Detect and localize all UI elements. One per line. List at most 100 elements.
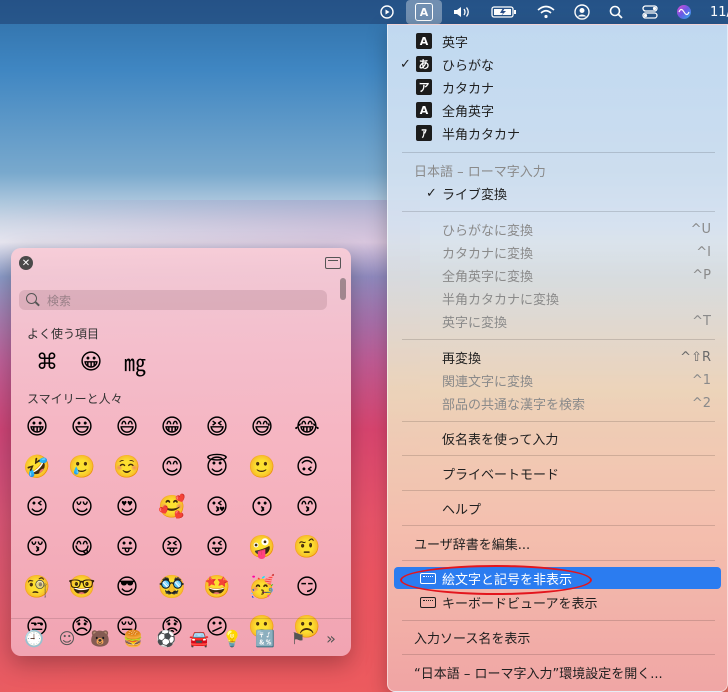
menu-item-label: 半角カタカナに変換 <box>442 292 560 308</box>
travel-icon[interactable]: 🚘 <box>188 627 210 649</box>
menu-item-hankaku-katakana[interactable]: ｱ 半角カタカナ <box>394 122 721 144</box>
menu-item-hiragana[interactable]: ✓ あ ひらがな <box>394 53 721 75</box>
menu-bar-clock[interactable]: 11/ <box>710 0 728 24</box>
emoji-cell[interactable]: 😙 <box>287 490 327 524</box>
emoji-cell[interactable]: 😄 <box>107 410 147 444</box>
emoji-cell[interactable]: 😁 <box>152 410 192 444</box>
menu-item-keyboard-viewer[interactable]: キーボードビューアを表示 <box>394 591 721 613</box>
emoji-cell[interactable]: 🤩 <box>197 570 237 604</box>
activity-icon[interactable]: ⚽ <box>155 627 177 649</box>
menu-item-label: 半角カタカナ <box>442 127 521 143</box>
menu-item-zenkaku-eiji[interactable]: A 全角英字 <box>394 99 721 121</box>
symbols-icon[interactable]: 🔣 <box>254 627 276 649</box>
emoji-search-input[interactable] <box>45 290 319 312</box>
emoji-cell[interactable]: 😜 <box>197 530 237 564</box>
menu-item-related-chars[interactable]: 関連文字に変換 ^1 <box>394 369 721 391</box>
menu-item-label: ひらがな <box>442 58 495 74</box>
emoji-cell[interactable]: 😗 <box>242 490 282 524</box>
emoji-cell[interactable]: 😏 <box>287 570 327 604</box>
emoji-cell[interactable]: 😛 <box>107 530 147 564</box>
battery-icon[interactable] <box>489 0 519 24</box>
section-header-label: 日本語 – ローマ字入力 <box>414 164 546 180</box>
menu-item-label: ユーザ辞書を編集... <box>414 537 531 553</box>
menu-item-katakana[interactable]: ア カタカナ <box>394 76 721 98</box>
character-viewer-toggle-icon[interactable] <box>325 257 341 269</box>
menu-item-label: ヘルプ <box>442 502 482 518</box>
emoji-cell[interactable]: 😆 <box>197 410 237 444</box>
wifi-icon[interactable] <box>535 0 557 24</box>
emoji-cell[interactable]: 😘 <box>197 490 237 524</box>
menu-separator <box>402 654 715 655</box>
emoji-cell[interactable]: 😊 <box>152 450 192 484</box>
scrollbar-thumb[interactable] <box>340 278 346 300</box>
emoji-cell[interactable]: 🤣 <box>17 450 57 484</box>
menu-item-private-mode[interactable]: プライベートモード <box>394 462 721 484</box>
food-icon[interactable]: 🍔 <box>122 627 144 649</box>
menu-item-search-kanji[interactable]: 部品の共通な漢字を検索 ^2 <box>394 392 721 414</box>
menu-separator <box>402 152 715 153</box>
close-icon[interactable]: ✕ <box>19 256 33 270</box>
volume-icon[interactable] <box>450 0 474 24</box>
objects-icon[interactable]: 💡 <box>221 627 243 649</box>
menu-item-convert-hiragana[interactable]: ひらがなに変換 ^U <box>394 218 721 240</box>
emoji-cell[interactable]: 😝 <box>152 530 192 564</box>
emoji-cell[interactable]: 🧐 <box>17 570 57 604</box>
emoji-cell[interactable]: 😅 <box>242 410 282 444</box>
menu-item-show-source-name[interactable]: 入力ソース名を表示 <box>394 626 721 648</box>
emoji-cell[interactable]: 😃 <box>62 410 102 444</box>
menu-item-convert-katakana[interactable]: カタカナに変換 ^I <box>394 241 721 263</box>
menu-item-help[interactable]: ヘルプ <box>394 497 721 519</box>
emoji-cell[interactable]: 😉 <box>17 490 57 524</box>
emoji-cell[interactable]: 😌 <box>62 490 102 524</box>
emoji-cell[interactable]: 😂 <box>287 410 327 444</box>
input-source-menu[interactable]: A <box>406 0 442 24</box>
emoji-cell[interactable]: 🤪 <box>242 530 282 564</box>
animal-icon[interactable]: 🐻 <box>89 627 111 649</box>
emoji-cell[interactable]: 😍 <box>107 490 147 524</box>
emoji-cell[interactable]: 🥸 <box>152 570 192 604</box>
emoji-cell[interactable]: 🥰 <box>152 490 192 524</box>
emoji-cell[interactable]: ㎎ <box>113 346 157 378</box>
emoji-viewer-icon <box>420 572 436 584</box>
menu-item-convert-zenkaku[interactable]: 全角英字に変換 ^P <box>394 264 721 286</box>
emoji-cell[interactable]: 😚 <box>17 530 57 564</box>
menu-separator <box>402 525 715 526</box>
flag-icon[interactable]: ⚑ <box>287 627 309 649</box>
menu-separator <box>402 620 715 621</box>
emoji-cell[interactable]: 🙃 <box>287 450 327 484</box>
emoji-cell[interactable]: 😇 <box>197 450 237 484</box>
menu-item-convert-hankaku[interactable]: 半角カタカナに変換 <box>394 287 721 309</box>
shortcut-label: ^2 <box>691 395 711 411</box>
menu-item-reconvert[interactable]: 再変換 ^⇧R <box>394 346 721 368</box>
siri-icon[interactable] <box>673 0 695 24</box>
emoji-cell[interactable]: ☺️ <box>107 450 147 484</box>
menu-item-edit-dictionary[interactable]: ユーザ辞書を編集... <box>394 532 721 554</box>
checkmark-icon: ✓ <box>426 185 437 201</box>
menu-item-label: カタカナ <box>442 81 495 97</box>
emoji-picker-panel: ✕ よく使う項目 ⌘ 😀 ㎎ スマイリーと人々 😀😃😄😁😆😅😂🤣🥲☺️😊😇🙂🙃😉… <box>11 248 351 656</box>
emoji-cell[interactable]: 🥲 <box>62 450 102 484</box>
emoji-cell[interactable]: 😀 <box>17 410 57 444</box>
menu-item-kana-table[interactable]: 仮名表を使って入力 <box>394 427 721 449</box>
control-center-icon[interactable] <box>639 0 661 24</box>
menu-item-hide-emoji[interactable]: 絵文字と記号を非表示 <box>394 567 721 589</box>
more-icon[interactable]: » <box>320 627 342 649</box>
emoji-cell[interactable]: 😋 <box>62 530 102 564</box>
play-icon[interactable] <box>376 0 398 24</box>
recent-icon[interactable]: 🕘 <box>23 627 45 649</box>
emoji-cell[interactable]: 😀 <box>69 350 113 375</box>
menu-item-convert-eiji[interactable]: 英字に変換 ^T <box>394 310 721 332</box>
emoji-search-bar <box>19 290 327 312</box>
emoji-cell[interactable]: 🤨 <box>287 530 327 564</box>
menu-item-live-conversion[interactable]: ✓ ライブ変換 <box>394 182 721 204</box>
emoji-cell[interactable]: 😎 <box>107 570 147 604</box>
emoji-cell[interactable]: 🤓 <box>62 570 102 604</box>
menu-item-open-preferences[interactable]: “日本語 – ローマ字入力”環境設定を開く... <box>394 661 721 683</box>
spotlight-search-icon[interactable] <box>605 0 627 24</box>
emoji-cell[interactable]: ⌘ <box>25 350 69 375</box>
smiley-icon[interactable]: ☺ <box>56 627 78 649</box>
user-account-icon[interactable] <box>571 0 593 24</box>
menu-item-eiji[interactable]: A 英字 <box>394 30 721 52</box>
emoji-cell[interactable]: 🙂 <box>242 450 282 484</box>
emoji-cell[interactable]: 🥳 <box>242 570 282 604</box>
